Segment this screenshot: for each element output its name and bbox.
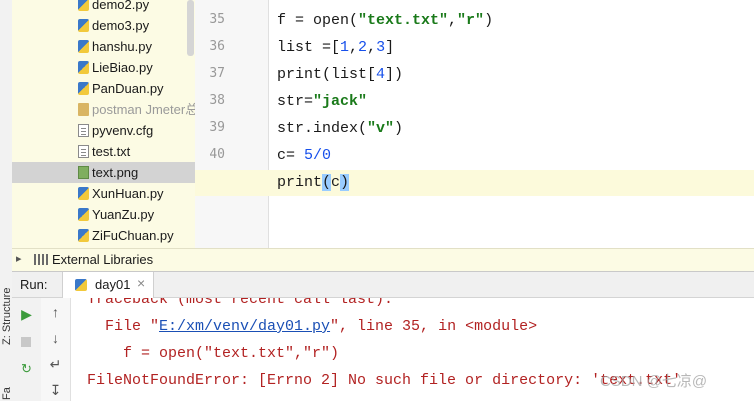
tree-item-label: hanshu.py	[92, 39, 152, 54]
tree-item-label: LieBiao.py	[92, 60, 153, 75]
favorites-tool-label[interactable]: Fa	[1, 380, 13, 400]
tree-item-label: XunHuan.py	[92, 186, 164, 201]
line-number: 39	[209, 120, 225, 135]
tree-item-yuanzu[interactable]: YuanZu.py	[12, 204, 195, 225]
line-number: 38	[209, 93, 225, 108]
console-file-line: File "E:/xm/venv/day01.py", line 35, in …	[87, 318, 538, 335]
scroll-to-end-icon[interactable]: ↧	[47, 382, 64, 399]
run-icon[interactable]: ▶	[18, 306, 35, 323]
tree-item-demo3[interactable]: demo3.py	[12, 15, 195, 36]
close-icon[interactable]: ×	[137, 275, 145, 291]
text-file-icon	[78, 124, 89, 137]
python-file-icon	[78, 61, 89, 74]
code-line[interactable]: list =[1,2,3]	[277, 38, 394, 58]
tree-item-label: demo2.py	[92, 0, 150, 12]
code-line[interactable]: str="jack"	[277, 92, 367, 112]
tree-item-pyvenv[interactable]: pyvenv.cfg	[12, 120, 195, 141]
structure-tool-label[interactable]: Z: Structure	[1, 287, 13, 345]
library-icon	[34, 254, 48, 265]
tree-item-liebiao[interactable]: LieBiao.py	[12, 57, 195, 78]
tree-item-xunhuan[interactable]: XunHuan.py	[12, 183, 195, 204]
console-error-line: FileNotFoundError: [Errno 2] No such fil…	[87, 372, 682, 389]
image-file-icon	[78, 166, 89, 179]
project-tree: demo2.py demo3.py hanshu.py LieBiao.py P…	[12, 0, 195, 248]
console-file-link[interactable]: E:/xm/venv/day01.py	[159, 318, 330, 335]
python-file-icon	[78, 82, 89, 95]
tree-item-demo2[interactable]: demo2.py	[12, 0, 195, 15]
python-file-icon	[78, 40, 89, 53]
code-line[interactable]: str.index("v")	[277, 119, 403, 139]
python-file-icon	[78, 0, 89, 11]
code-line[interactable]: f = open("text.txt","r")	[277, 11, 493, 31]
watermark: CSDN @七凉@	[600, 373, 708, 390]
tree-item-label: ZiFuChuan.py	[92, 228, 174, 243]
code-line[interactable]: c= 5/0	[277, 146, 331, 166]
python-file-icon	[78, 187, 89, 200]
folder-icon	[78, 103, 89, 116]
run-label: Run:	[20, 277, 48, 292]
editor-gutter: 35 36 37 38 39 40 41	[195, 0, 269, 248]
tree-item-hanshu[interactable]: hanshu.py	[12, 36, 195, 57]
tree-item-zifuchuan[interactable]: ZiFuChuan.py	[12, 225, 195, 246]
tree-item-label: External Libraries	[52, 252, 154, 267]
console-code-line: f = open("text.txt","r")	[87, 345, 340, 362]
pycharm-window: demo2.py demo3.py hanshu.py LieBiao.py P…	[0, 0, 754, 401]
stop-icon[interactable]	[18, 334, 35, 351]
python-file-icon	[78, 208, 89, 221]
python-file-icon	[78, 229, 89, 242]
run-panel-header: Run: day01 ×	[12, 271, 754, 298]
tree-item-postman[interactable]: postman Jmeter总	[12, 99, 195, 120]
tree-item-label: YuanZu.py	[92, 207, 155, 222]
text-file-icon	[78, 145, 89, 158]
code-line[interactable]: print(c)	[277, 173, 350, 193]
tree-item-label: text.png	[92, 165, 139, 180]
tree-item-label: postman Jmeter总	[92, 102, 195, 117]
tree-item-panduan[interactable]: PanDuan.py	[12, 78, 195, 99]
soft-wrap-icon[interactable]: ↵	[47, 356, 64, 373]
arrow-down-icon[interactable]: ↓	[47, 330, 64, 347]
console-traceback: Traceback (most recent call last):	[87, 298, 394, 308]
chevron-right-icon[interactable]: ▸	[16, 252, 22, 265]
tree-item-test-txt[interactable]: test.txt	[12, 141, 195, 162]
tree-item-external-libraries[interactable]: ▸ External Libraries	[12, 248, 754, 271]
tree-item-label: demo3.py	[92, 18, 150, 33]
line-number: 35	[209, 12, 225, 27]
tree-item-label: test.txt	[92, 144, 131, 159]
python-file-icon	[78, 19, 89, 32]
arrow-up-icon[interactable]: ↑	[47, 304, 64, 321]
rerun-icon[interactable]: ↻	[18, 360, 35, 377]
line-number: 36	[209, 39, 225, 54]
run-toolbar-primary: ▶ ↻	[12, 298, 42, 401]
python-icon	[75, 279, 87, 291]
tab-day01[interactable]: day01 ×	[62, 272, 154, 298]
line-number: 37	[209, 66, 225, 81]
tree-item-text-png[interactable]: text.png	[12, 162, 195, 183]
line-number: 40	[209, 147, 225, 162]
tab-label: day01	[95, 277, 131, 292]
tree-item-label: pyvenv.cfg	[92, 123, 154, 138]
code-line[interactable]: print(list[4])	[277, 65, 403, 85]
tree-item-label: PanDuan.py	[92, 81, 164, 96]
run-toolbar-secondary: ↑ ↓ ↵ ↧	[41, 298, 71, 401]
